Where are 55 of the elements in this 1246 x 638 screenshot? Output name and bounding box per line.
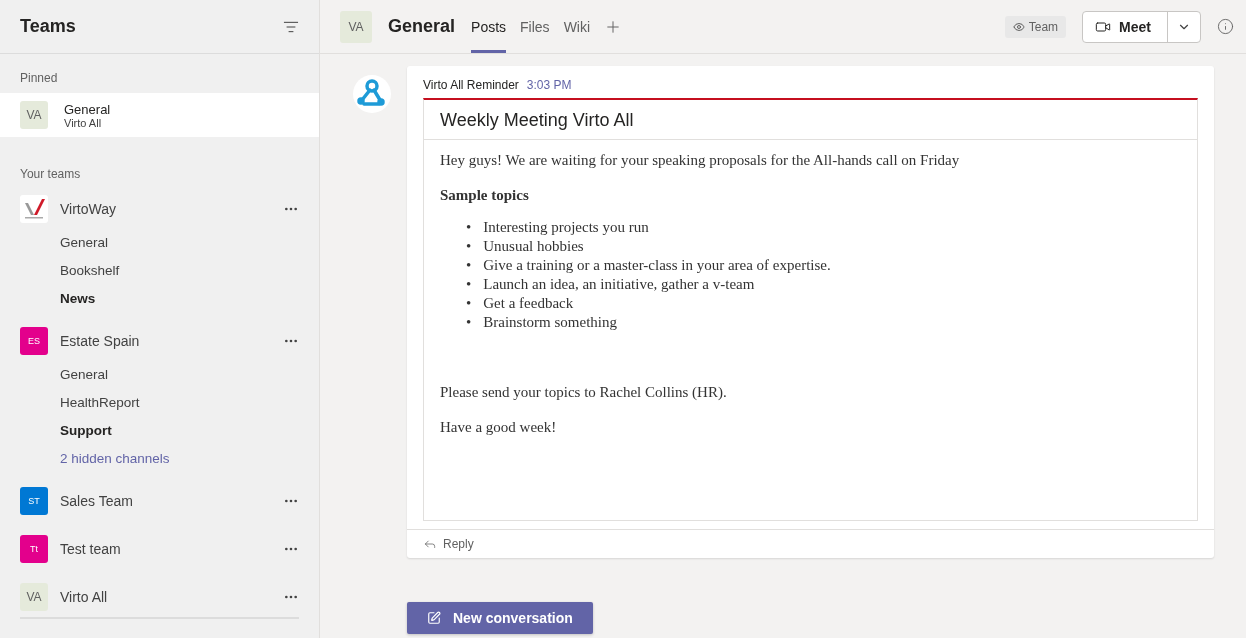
bullet-marker: • bbox=[466, 275, 472, 294]
channel-item[interactable]: News bbox=[0, 285, 319, 313]
reply-button[interactable]: Reply bbox=[423, 537, 474, 551]
topic-item: Launch an idea, an initiative, gather a v-team bbox=[483, 275, 755, 294]
channel-item[interactable]: General bbox=[0, 229, 319, 257]
info-icon[interactable] bbox=[1217, 18, 1234, 35]
topic-item: Get a feedback bbox=[483, 294, 574, 313]
tab[interactable]: Files bbox=[520, 0, 550, 53]
bullet-marker: • bbox=[466, 294, 472, 313]
topic-item: Brainstorm something bbox=[483, 313, 617, 332]
team-avatar: Tt bbox=[20, 535, 48, 563]
team-name[interactable]: Test team bbox=[60, 541, 271, 557]
channel-item[interactable]: General bbox=[0, 361, 319, 389]
team-name[interactable]: Sales Team bbox=[60, 493, 271, 509]
team-avatar: VA bbox=[20, 101, 48, 129]
body-paragraph: Please send your topics to Rachel Collins (HR). bbox=[440, 384, 728, 401]
channel-name: General bbox=[64, 101, 111, 117]
channel-item[interactable]: HealthReport bbox=[0, 389, 319, 417]
team-avatar: ST bbox=[20, 487, 48, 515]
card-title: Weekly Meeting Virto All bbox=[424, 100, 1197, 140]
tab[interactable]: Wiki bbox=[563, 0, 591, 53]
channel-item[interactable]: Bookshelf bbox=[0, 257, 319, 285]
team-badge: Team bbox=[1004, 15, 1067, 38]
pinned-channel-item[interactable]: VA General Virto All bbox=[0, 93, 319, 137]
team-avatar: VA bbox=[20, 583, 48, 611]
post-author: Virto All Reminder bbox=[423, 78, 519, 92]
post-time: 3:03 PM bbox=[526, 78, 572, 92]
bullet-marker: • bbox=[466, 313, 472, 332]
topic-item: Unusual hobbies bbox=[483, 237, 584, 256]
intro-text: Hey guys! We are waiting for your speaking proposals for the All-hands call on Friday bbox=[440, 152, 961, 169]
compose-icon bbox=[427, 611, 441, 625]
new-conversation-button[interactable]: New conversation bbox=[407, 602, 593, 634]
team-name[interactable]: VirtoWay bbox=[60, 201, 271, 217]
topic-item: Give a training or a master-class in your area of expertise. bbox=[483, 256, 831, 275]
virtoway-logo-icon bbox=[20, 195, 48, 223]
channel-item[interactable]: Support bbox=[0, 417, 319, 445]
bullet-marker: • bbox=[466, 237, 472, 256]
team-avatar: VA bbox=[340, 10, 372, 43]
bot-avatar-icon bbox=[352, 74, 392, 114]
card-subtitle: Sample topics bbox=[440, 187, 530, 204]
section-label: Your teams bbox=[19, 166, 82, 183]
channel-title: General bbox=[388, 16, 456, 37]
bullet-marker: • bbox=[466, 218, 472, 237]
hidden-channels-link[interactable]: 2 hidden channels bbox=[0, 445, 319, 473]
bullet-marker: • bbox=[466, 256, 472, 275]
tab[interactable]: Posts bbox=[471, 0, 507, 53]
reply-icon bbox=[423, 537, 437, 551]
team-name[interactable]: Virto All bbox=[60, 589, 271, 605]
team-name: Virto All bbox=[64, 116, 103, 129]
section-label: Pinned bbox=[19, 70, 59, 87]
team-name[interactable]: Estate Spain bbox=[60, 333, 271, 349]
body-paragraph: Have a good week! bbox=[440, 419, 558, 436]
sidebar-title: Teams bbox=[20, 16, 76, 37]
team-avatar: ES bbox=[20, 327, 48, 355]
topic-item: Interesting projects you run bbox=[483, 218, 649, 237]
